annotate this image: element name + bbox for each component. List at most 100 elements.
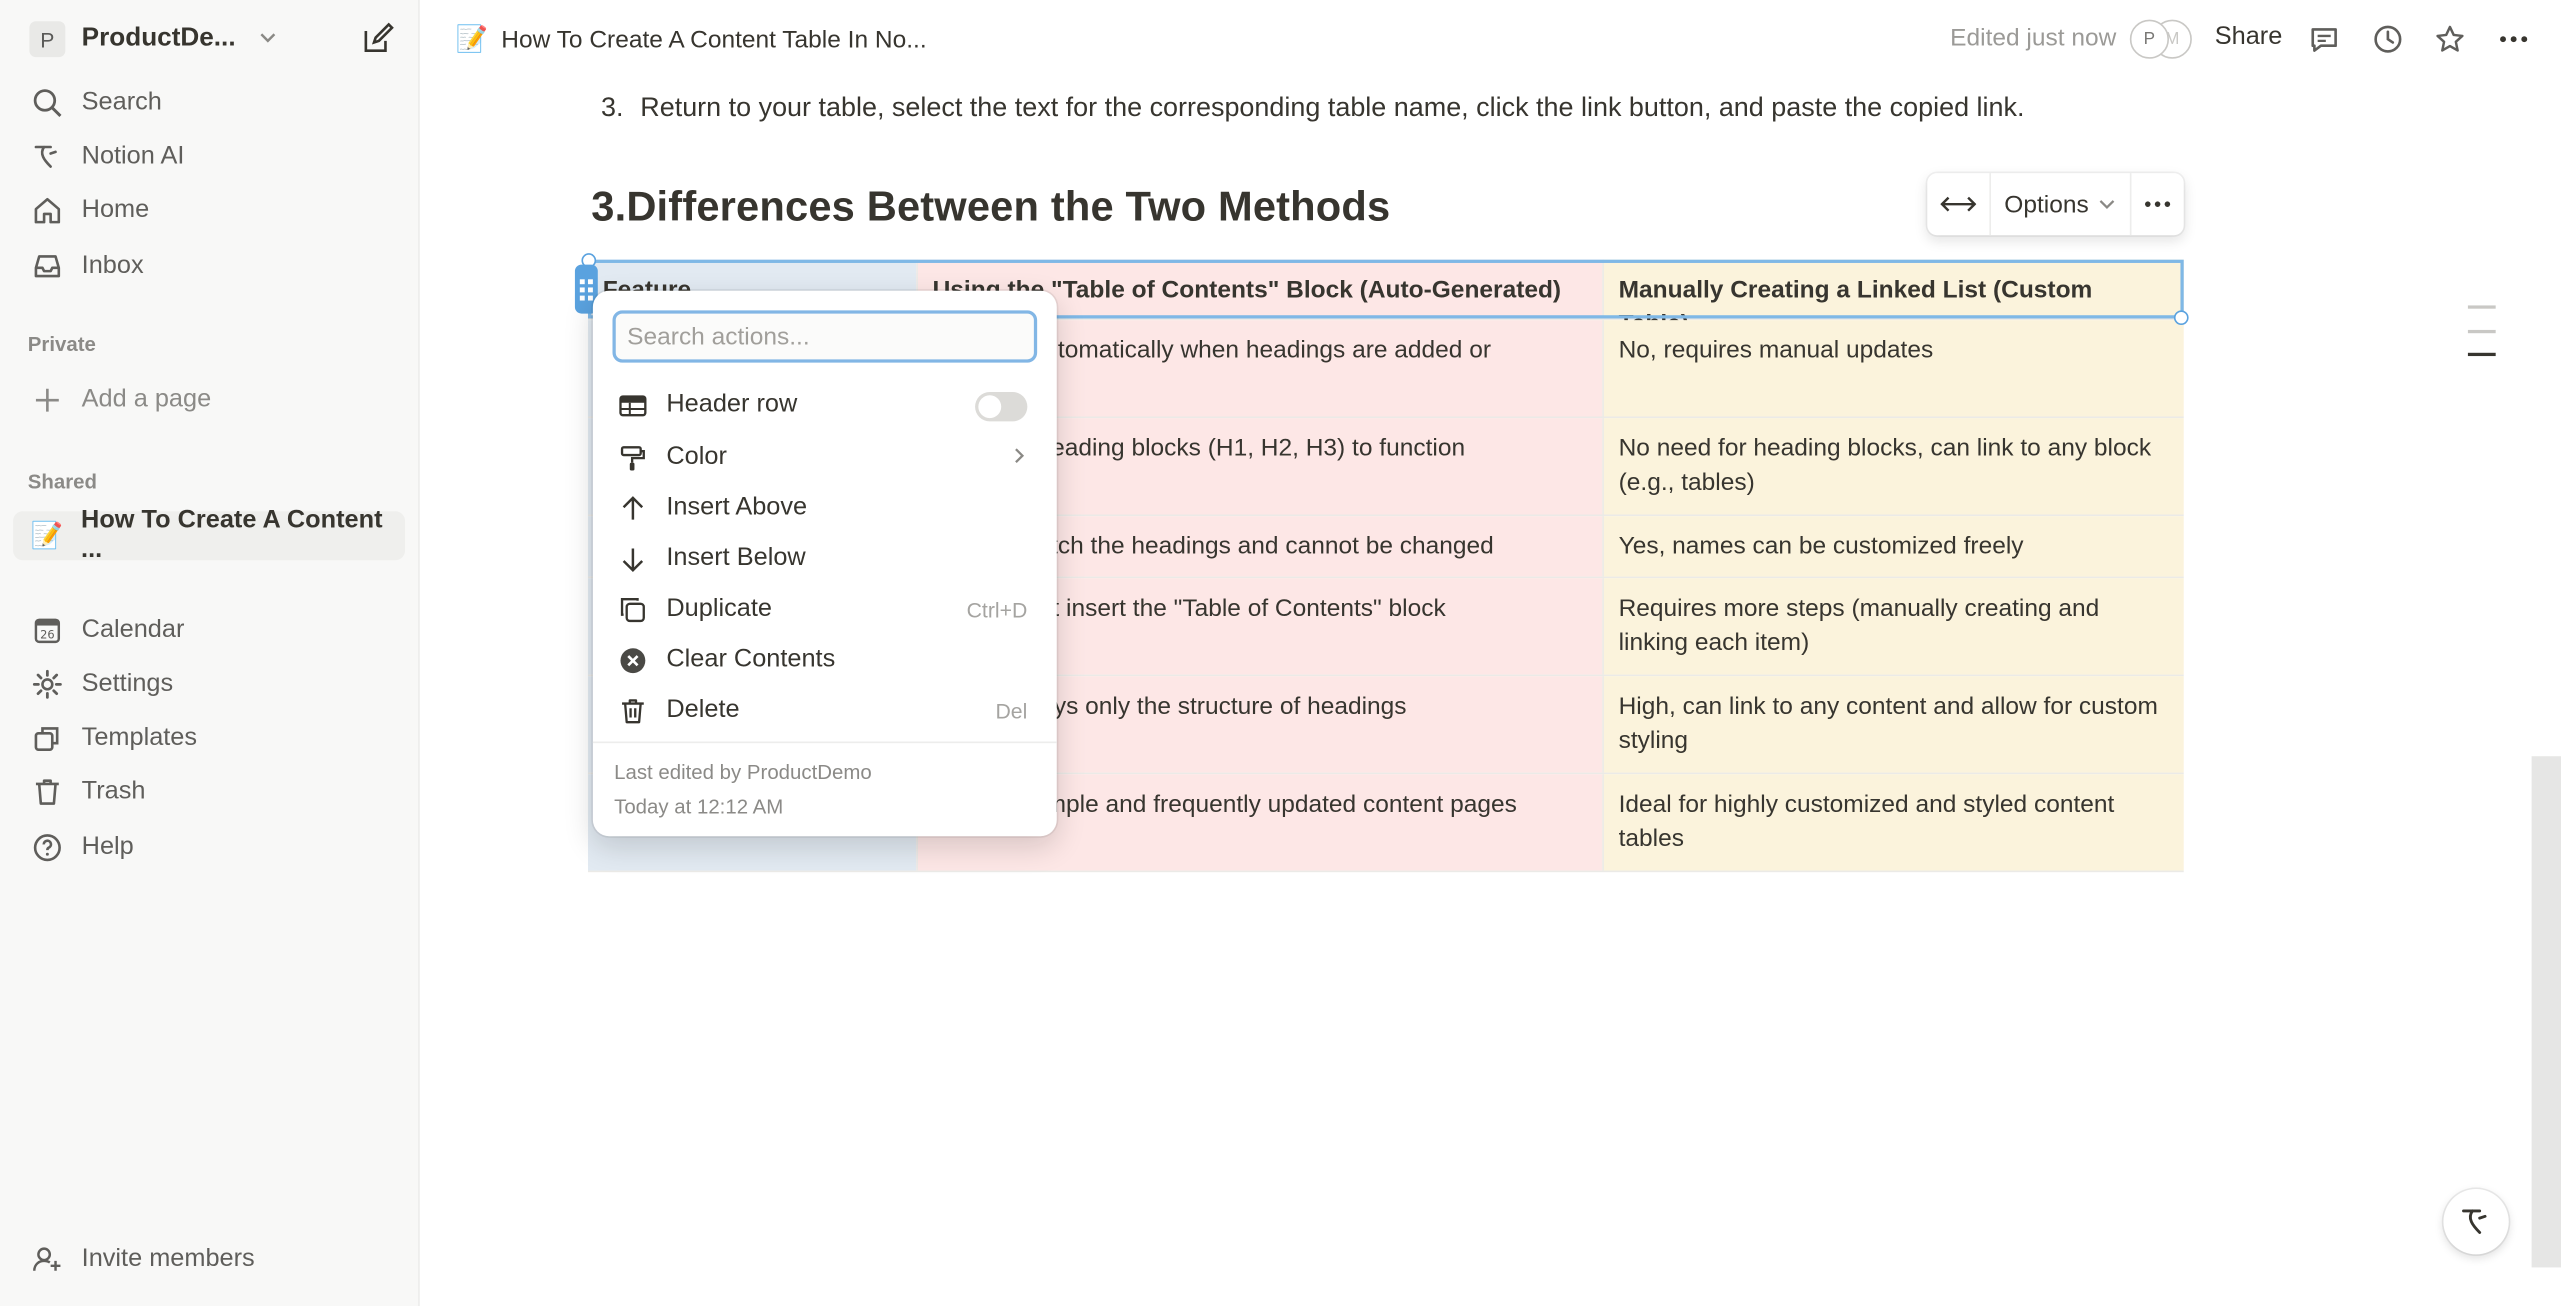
sidebar-item-templates[interactable]: Templates [13, 714, 405, 763]
menu-item-label: Duplicate [666, 594, 772, 623]
home-icon [29, 193, 65, 229]
notion-ai-icon [29, 139, 65, 175]
chevron-down-icon [258, 27, 278, 51]
sidebar-item-label: Notion AI [81, 142, 185, 170]
avatar: P [2129, 19, 2170, 59]
header-row-toggle[interactable] [975, 391, 1028, 422]
menu-item-label: Delete [666, 695, 740, 724]
menu-item-delete[interactable]: Delete Del [603, 686, 1047, 735]
history-icon[interactable] [2368, 20, 2407, 59]
search-actions-input[interactable] [612, 310, 1038, 363]
selection-handle[interactable] [2173, 310, 2189, 326]
collaborator-avatars[interactable]: M P [2129, 19, 2195, 59]
more-options-icon [2145, 201, 2171, 207]
menu-item-duplicate[interactable]: Duplicate Ctrl+D [603, 585, 1047, 634]
share-button[interactable]: Share [2215, 23, 2283, 52]
expand-width-icon [1940, 196, 1977, 212]
page-emoji: 📝 [455, 26, 489, 54]
sidebar-item-label: Trash [81, 777, 146, 806]
sidebar: P ProductDe... Search Notion AI Home Inb… [0, 0, 420, 1306]
menu-item-insert-above[interactable]: Insert Above [603, 483, 1047, 532]
sidebar-item-label: Inbox [81, 251, 144, 280]
clear-icon [614, 642, 650, 678]
sidebar-item-inbox[interactable]: Inbox [13, 242, 405, 291]
notion-ai-button[interactable] [2443, 1189, 2509, 1255]
workspace-avatar: P [29, 21, 66, 58]
menu-item-clear-contents[interactable]: Clear Contents [603, 635, 1047, 684]
sidebar-item-label: Search [81, 88, 162, 116]
table-cell[interactable]: Requires more steps (manually creating a… [1602, 578, 2184, 675]
table-cell[interactable]: Yes, names can be customized freely [1602, 516, 2184, 577]
star-icon[interactable] [2430, 20, 2469, 59]
trash-icon [614, 693, 650, 729]
add-page-button[interactable]: Add a page [13, 376, 405, 425]
section-heading[interactable]: 3.Differences Between the Two Methods [591, 185, 1390, 232]
top-bar: 📝 How To Create A Content Table In No...… [420, 0, 2561, 78]
menu-item-label: Color [666, 442, 727, 471]
sidebar-item-trash[interactable]: Trash [13, 768, 405, 817]
sidebar-item-label: Settings [81, 669, 174, 698]
sidebar-item-settings[interactable]: Settings [13, 660, 405, 709]
menu-item-label: Insert Below [666, 543, 806, 572]
table-more-button[interactable] [2131, 173, 2183, 235]
section-label-private: Private [27, 333, 96, 357]
sidebar-item-search[interactable]: Search [13, 78, 405, 127]
shortcut-hint: Ctrl+D [966, 596, 1028, 622]
outline-mark[interactable] [2467, 329, 2496, 334]
duplicate-icon [614, 591, 650, 627]
table-cell[interactable]: Ideal for highly customized and styled c… [1602, 774, 2184, 871]
add-user-icon [29, 1241, 65, 1277]
svg-text:26: 26 [40, 628, 55, 642]
menu-item-color[interactable]: Color [603, 433, 1047, 482]
menu-item-insert-below[interactable]: Insert Below [603, 534, 1047, 583]
sidebar-item-label: Help [81, 832, 134, 861]
menu-divider [592, 741, 1057, 744]
sidebar-item-help[interactable]: Help [13, 823, 405, 872]
invite-label: Invite members [81, 1244, 255, 1273]
table-options-button[interactable]: Options [1991, 173, 2132, 236]
workspace-name: ProductDe... [81, 24, 236, 53]
notion-ai-icon [2462, 1209, 2487, 1234]
comments-icon[interactable] [2305, 20, 2344, 59]
breadcrumb-title: How To Create A Content Table In No... [501, 25, 927, 54]
sidebar-item-shared-page[interactable]: 📝 How To Create A Content ... [13, 506, 406, 563]
last-edited-by: Last edited by ProductDemo [614, 761, 872, 784]
templates-icon [29, 720, 65, 756]
menu-item-label: Header row [666, 390, 798, 419]
sidebar-item-notion-ai[interactable]: Notion AI [13, 132, 405, 181]
chevron-down-icon [2099, 200, 2115, 210]
table-cell[interactable]: High, can link to any content and allow … [1602, 676, 2184, 773]
page-emoji: 📝 [30, 522, 64, 551]
menu-item-header-row[interactable]: Header row [603, 381, 1047, 430]
numbered-list-item[interactable]: 3. Return to your table, select the text … [601, 93, 2024, 124]
list-item-text: Return to your table, select the text fo… [640, 93, 2025, 123]
last-edited-time: Today at 12:12 AM [614, 795, 784, 819]
chevron-right-icon [1011, 445, 1027, 469]
row-actions-menu: Header row Color Insert Above Insert Bel… [592, 290, 1057, 837]
trash-icon [29, 774, 65, 810]
search-icon [29, 85, 65, 121]
arrow-down-icon [614, 541, 650, 577]
table-header-cell[interactable]: Manually Creating a Linked List (Custom … [1602, 259, 2184, 338]
table-cell[interactable]: No, requires manual updates [1602, 320, 2184, 417]
table-icon [614, 387, 650, 423]
sidebar-item-calendar[interactable]: 26 Calendar [13, 606, 405, 655]
shortcut-hint: Del [995, 698, 1028, 723]
full-width-toggle[interactable] [1927, 173, 1991, 236]
outline-mark[interactable] [2467, 305, 2496, 309]
breadcrumb[interactable]: 📝 How To Create A Content Table In No... [456, 23, 927, 56]
add-page-label: Add a page [81, 385, 212, 414]
more-options-icon[interactable] [2494, 20, 2533, 59]
edited-status: Edited just now [1950, 24, 2117, 53]
workspace-switcher[interactable]: P ProductDe... [29, 20, 278, 59]
sidebar-item-label: How To Create A Content ... [81, 506, 383, 564]
scrollbar-thumb[interactable] [2531, 756, 2561, 1268]
menu-item-label: Insert Above [666, 493, 808, 522]
menu-item-label: Clear Contents [666, 645, 836, 673]
list-number: 3. [601, 93, 624, 123]
outline-mark-active[interactable] [2467, 352, 2496, 357]
sidebar-item-home[interactable]: Home [13, 186, 405, 235]
table-cell[interactable]: No need for heading blocks, can link to … [1602, 418, 2184, 515]
invite-members-button[interactable]: Invite members [13, 1235, 405, 1284]
new-page-icon[interactable] [359, 21, 395, 57]
